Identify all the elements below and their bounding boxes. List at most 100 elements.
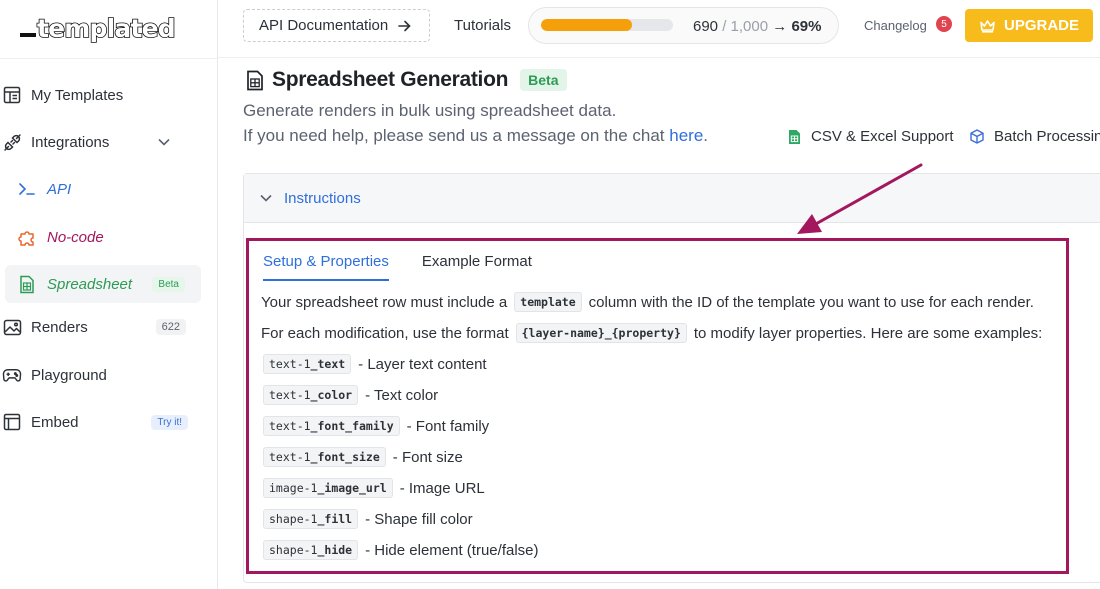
format-code: {layer-name}_{property} xyxy=(515,323,687,343)
example-prop: _hide xyxy=(317,543,353,557)
sidebar-item-no-code[interactable]: No-code xyxy=(5,218,201,256)
terminal-icon xyxy=(17,179,37,199)
sidebar-item-label: Renders xyxy=(31,318,88,336)
image-icon xyxy=(2,317,22,337)
example-row: image-1_image_url - Image URL xyxy=(263,478,485,498)
top-bar: API Documentation Tutorials 690 / 1,000 … xyxy=(218,0,1100,58)
usage-percent: 69% xyxy=(791,18,822,35)
upgrade-label: UPGRADE xyxy=(1003,17,1079,34)
sidebar-item-api[interactable]: API xyxy=(5,170,201,208)
para-suffix: to modify layer properties. Here are som… xyxy=(693,324,1043,342)
changelog-link[interactable]: Changelog xyxy=(864,18,927,33)
plug-icon xyxy=(2,132,22,152)
example-desc: - Layer text content xyxy=(358,355,487,373)
example-layer: text-1 xyxy=(269,388,311,402)
usage-limit: 1,000 xyxy=(730,18,769,35)
code-text: template xyxy=(520,295,576,309)
example-code: text-1_font_size xyxy=(263,447,386,467)
example-prop: _font_size xyxy=(310,450,380,464)
page-title: Spreadsheet Generation xyxy=(272,68,509,91)
help-text: If you need help, please send us a messa… xyxy=(243,126,708,146)
example-code: text-1_font_family xyxy=(263,416,400,436)
logo-underscore xyxy=(20,33,36,37)
sidebar-item-spreadsheet[interactable]: Spreadsheet Beta xyxy=(5,265,201,303)
upgrade-button[interactable]: UPGRADE xyxy=(965,9,1093,42)
main-content: Spreadsheet Generation Beta Generate ren… xyxy=(218,58,1100,589)
spreadsheet-icon xyxy=(788,129,801,145)
para-prefix: Your spreadsheet row must include a xyxy=(261,293,508,311)
example-layer: text-1 xyxy=(269,357,311,371)
sidebar-item-label: Playground xyxy=(31,366,107,384)
example-row: text-1_color - Text color xyxy=(263,385,438,405)
example-row: shape-1_fill - Shape fill color xyxy=(263,509,473,529)
templated-logo[interactable]: templated xyxy=(20,8,177,48)
example-code: image-1_image_url xyxy=(263,478,393,498)
format-text: For each modification, use the format {l… xyxy=(261,323,1042,343)
sidebar-item-label: My Templates xyxy=(31,86,124,104)
beta-badge: Beta xyxy=(152,276,185,292)
sidebar-item-integrations[interactable]: Integrations xyxy=(0,123,200,161)
para-suffix: column with the ID of the template you w… xyxy=(588,293,1034,311)
usage-progress-bar xyxy=(541,19,673,31)
example-desc: - Image URL xyxy=(399,479,485,497)
code-text: {layer-name}_{property} xyxy=(521,326,681,340)
try-it-badge[interactable]: Try it! xyxy=(151,414,188,430)
help-chat-link[interactable]: here xyxy=(669,126,703,145)
template-column-text: Your spreadsheet row must include a temp… xyxy=(261,292,1034,312)
example-row: shape-1_hide - Hide element (true/false) xyxy=(263,540,539,560)
example-code: shape-1_fill xyxy=(263,509,359,529)
usage-text: 690 / 1,000 → 69% xyxy=(693,18,821,35)
sidebar-item-my-templates[interactable]: My Templates xyxy=(0,76,200,114)
feature-label: Batch Processing xyxy=(994,128,1100,145)
instructions-toggle[interactable]: Instructions xyxy=(244,174,1100,223)
usage-separator: / xyxy=(718,18,731,35)
sidebar-item-renders[interactable]: Renders 622 xyxy=(0,308,200,346)
example-code: shape-1_hide xyxy=(263,540,359,560)
tab-setup-properties[interactable]: Setup & Properties xyxy=(263,247,389,281)
feature-csv-excel: CSV & Excel Support xyxy=(788,128,954,145)
api-documentation-label: API Documentation xyxy=(259,17,389,34)
puzzle-icon xyxy=(17,227,37,247)
sidebar-item-label: Spreadsheet xyxy=(47,275,133,293)
example-prop: _font_family xyxy=(310,419,394,433)
instruction-tabs: Setup & Properties Example Format xyxy=(263,247,565,281)
page-description: Generate renders in bulk using spreadshe… xyxy=(243,101,617,120)
api-documentation-button[interactable]: API Documentation xyxy=(243,9,430,42)
feature-label: CSV & Excel Support xyxy=(811,128,954,145)
example-prop: _text xyxy=(310,357,346,371)
example-row: text-1_text - Layer text content xyxy=(263,354,487,374)
sidebar-item-label: No-code xyxy=(47,228,104,246)
sidebar-item-playground[interactable]: Playground xyxy=(0,356,200,394)
chevron-down-icon xyxy=(260,194,272,202)
sidebar-item-embed[interactable]: Embed Try it! xyxy=(0,403,200,441)
example-prop: _color xyxy=(310,388,353,402)
example-code: text-1_text xyxy=(263,354,352,374)
example-row: text-1_font_size - Font size xyxy=(263,447,463,467)
example-desc: - Hide element (true/false) xyxy=(365,541,539,559)
chevron-down-icon[interactable] xyxy=(158,138,170,146)
help-text-prefix: If you need help, please send us a messa… xyxy=(243,126,670,145)
example-code: text-1_color xyxy=(263,385,359,405)
example-layer: text-1 xyxy=(269,450,311,464)
spreadsheet-icon xyxy=(17,274,37,294)
sidebar-item-label: Embed xyxy=(31,413,79,431)
example-desc: - Text color xyxy=(365,386,439,404)
feature-batch-processing: Batch Processing xyxy=(970,128,1100,145)
gamepad-icon xyxy=(2,365,22,385)
sidebar: templated My Templates Integrations API … xyxy=(0,0,218,589)
tutorials-link[interactable]: Tutorials xyxy=(454,17,511,34)
example-prop: _image_url xyxy=(317,481,387,495)
page-header: Spreadsheet Generation Beta xyxy=(246,68,567,92)
highlighted-instructions-content: Setup & Properties Example Format Your s… xyxy=(246,238,1069,574)
changelog-count-badge: 5 xyxy=(936,16,952,32)
usage-arrow: → xyxy=(768,18,792,35)
tab-example-format[interactable]: Example Format xyxy=(422,247,532,281)
example-prop: _fill xyxy=(317,512,353,526)
usage-meter: 690 / 1,000 → 69% xyxy=(528,7,839,44)
renders-count-badge: 622 xyxy=(155,319,186,335)
sidebar-item-label: API xyxy=(47,180,72,198)
template-code: template xyxy=(514,292,582,312)
instructions-title: Instructions xyxy=(284,189,361,207)
example-layer: shape-1 xyxy=(269,543,318,557)
template-layout-icon xyxy=(2,85,22,105)
